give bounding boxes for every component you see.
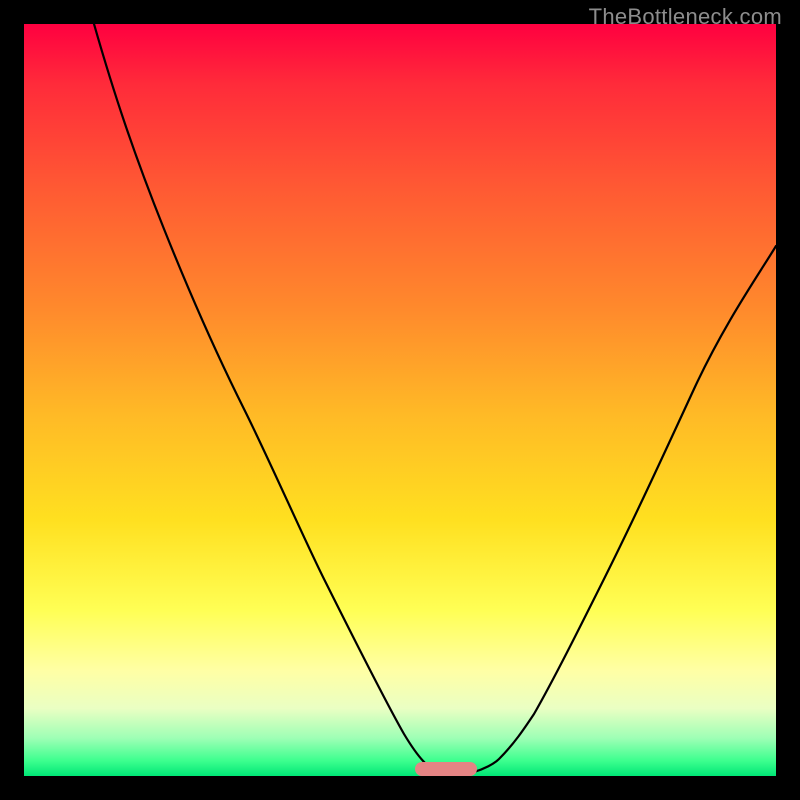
right-branch-path xyxy=(474,246,776,772)
curve-svg xyxy=(24,24,776,776)
left-branch-path xyxy=(94,24,439,772)
watermark-text: TheBottleneck.com xyxy=(589,4,782,30)
bottom-marker xyxy=(415,762,477,776)
plot-area xyxy=(24,24,776,776)
chart-stage: TheBottleneck.com xyxy=(0,0,800,800)
